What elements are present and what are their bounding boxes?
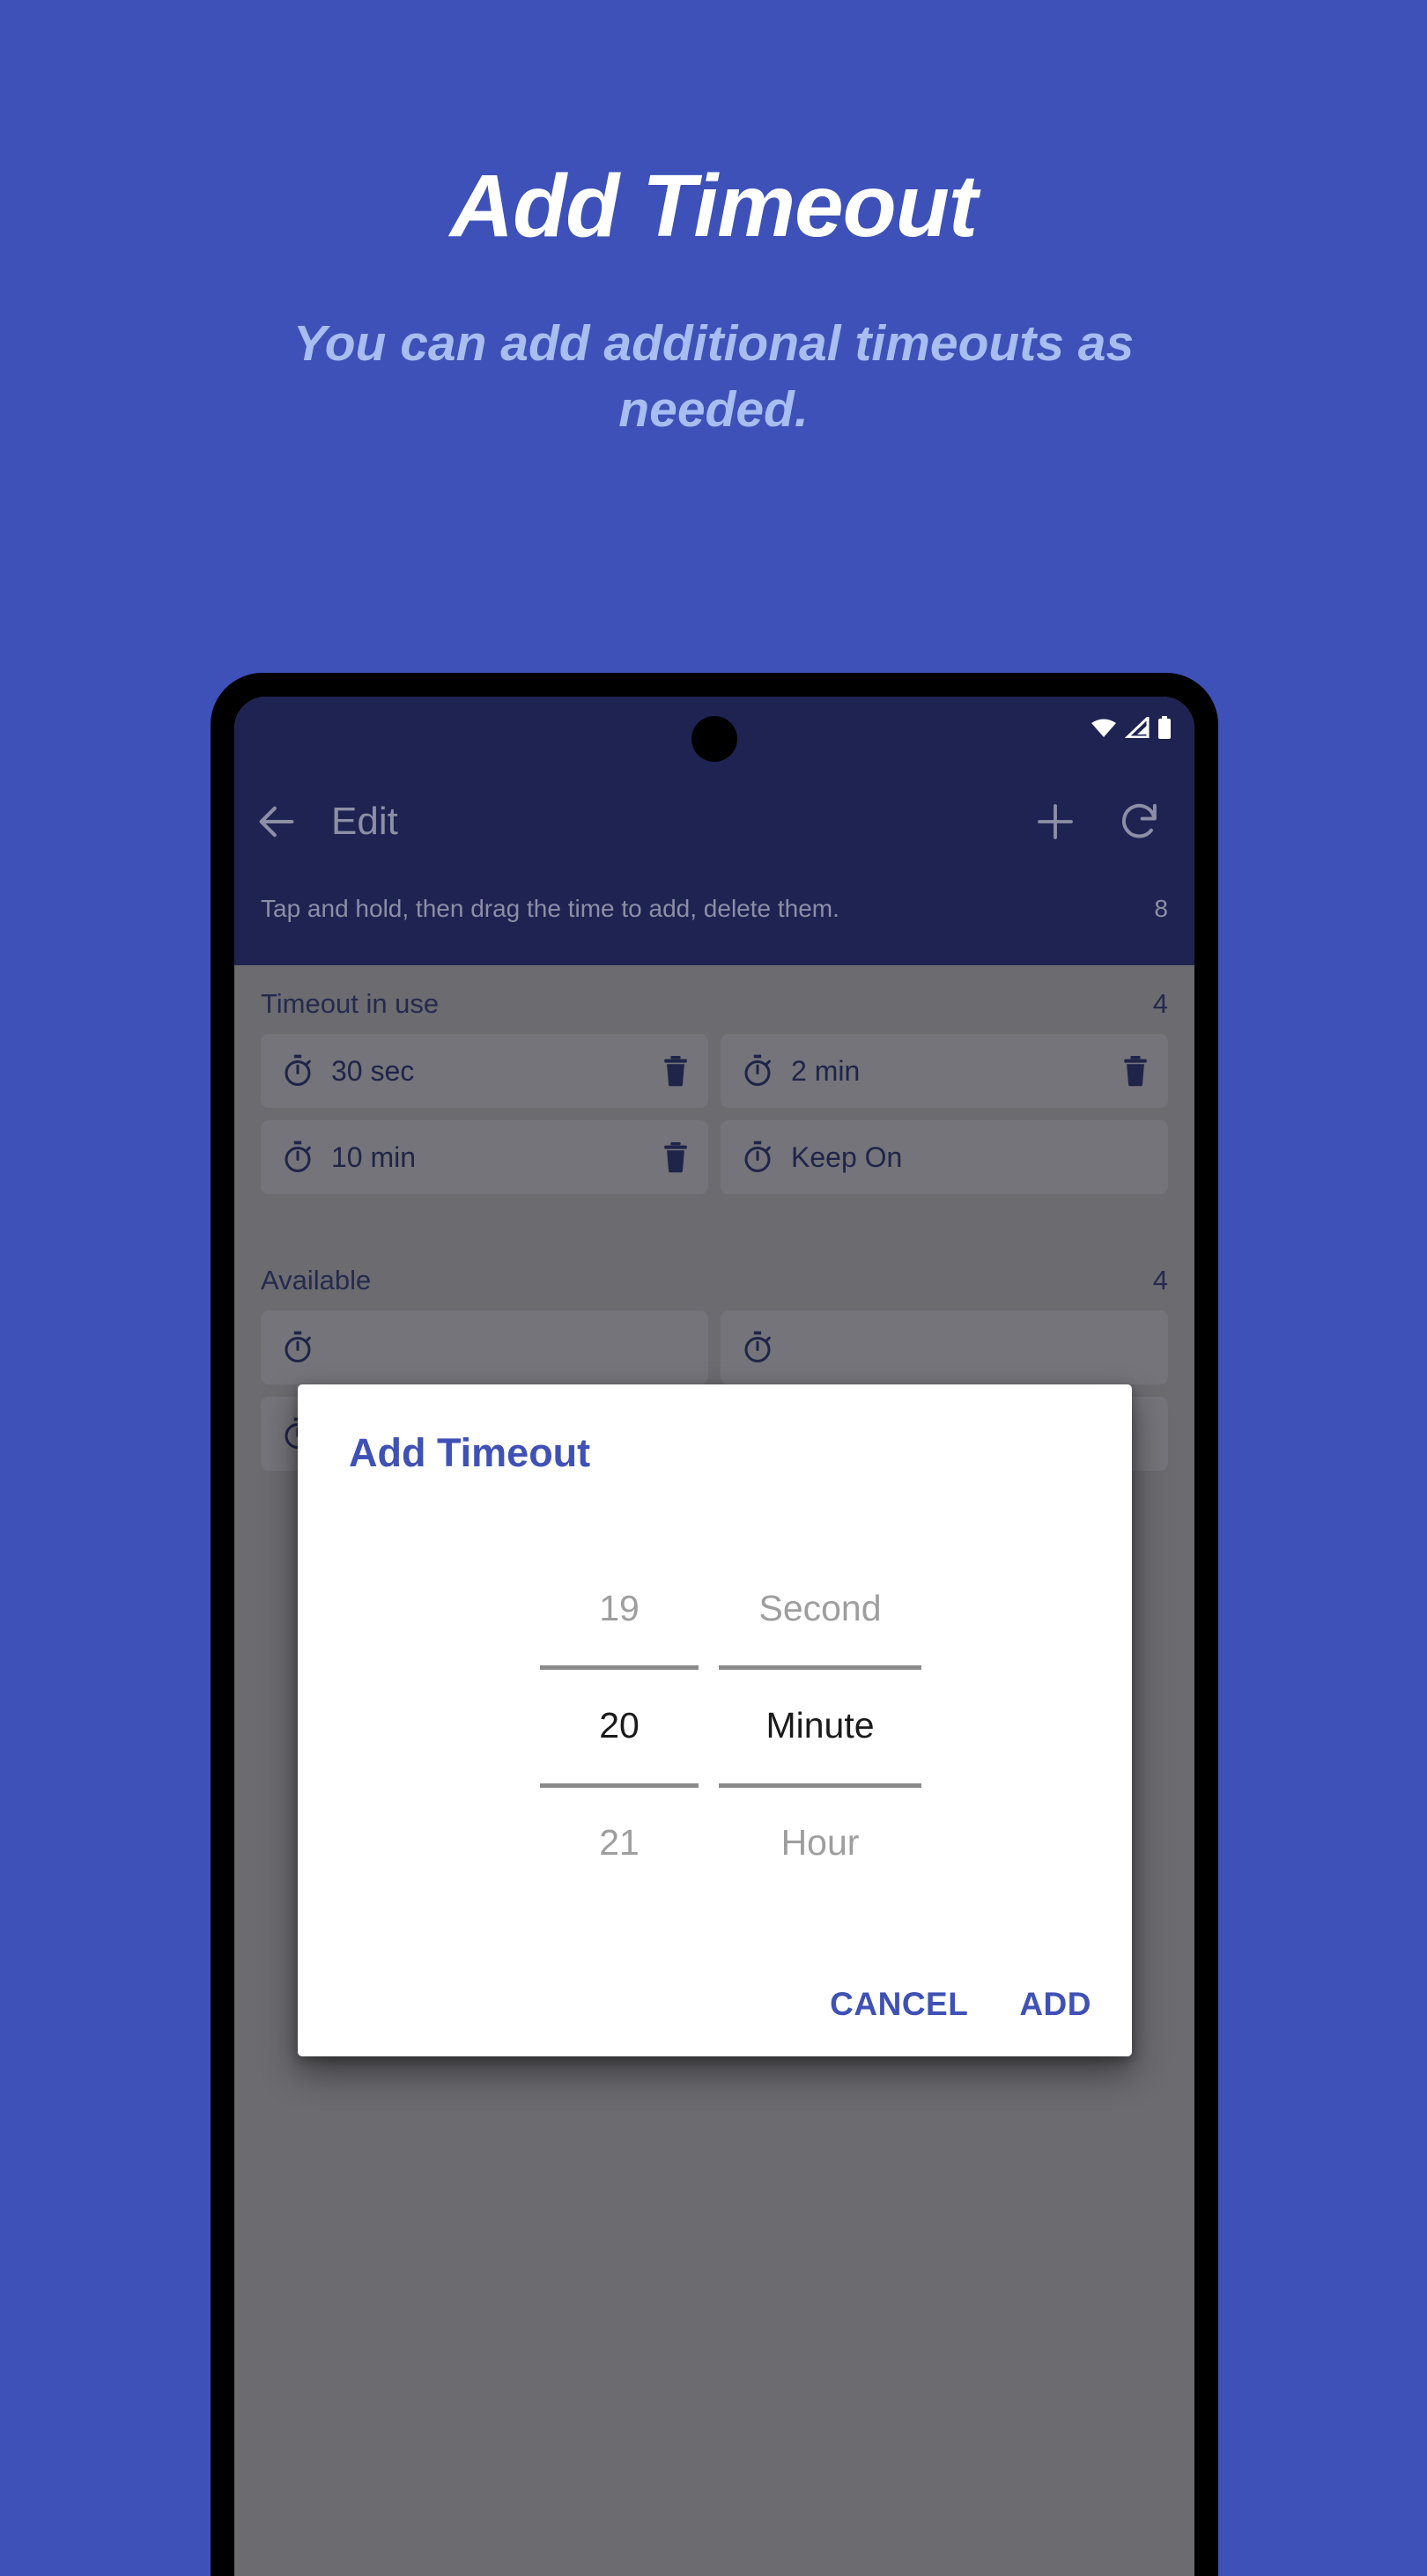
- unit-picker[interactable]: Second Minute Hour: [719, 1550, 921, 1902]
- trash-icon[interactable]: [661, 1054, 691, 1088]
- app-bar-title: Edit: [331, 800, 398, 843]
- timeout-card[interactable]: 2 min: [721, 1034, 1168, 1108]
- picker-divider-bottom: [540, 1783, 699, 1788]
- number-option-previous[interactable]: 19: [540, 1550, 699, 1667]
- reset-button[interactable]: [1098, 765, 1182, 878]
- stopwatch-icon: [740, 1053, 775, 1089]
- unit-option-next[interactable]: Hour: [719, 1784, 921, 1901]
- camera-punchhole: [691, 716, 737, 762]
- signal-icon: [1125, 717, 1150, 738]
- promo-subtitle: You can add additional timeouts as neede…: [292, 315, 1135, 439]
- picker-divider-top: [719, 1665, 921, 1670]
- timeout-card[interactable]: Keep On: [721, 1120, 1168, 1194]
- available-label: Available: [261, 1265, 372, 1295]
- dialog-actions: CANCEL ADD: [830, 1986, 1091, 2023]
- trash-icon[interactable]: [1120, 1054, 1150, 1088]
- number-option-selected[interactable]: 20: [540, 1667, 699, 1784]
- duration-picker: 19 20 21 Second Minute Hour: [298, 1550, 1132, 1902]
- picker-divider-top: [540, 1665, 699, 1670]
- promo-header: Add Timeout You can add additional timeo…: [0, 0, 1427, 443]
- app-bar: Edit Tap and hold, then drag the time to…: [234, 697, 1194, 965]
- trash-icon[interactable]: [661, 1140, 691, 1174]
- unit-option-previous[interactable]: Second: [719, 1550, 921, 1667]
- hint-text: Tap and hold, then drag the time to add,…: [261, 895, 839, 922]
- available-section-header: Available 4: [234, 1242, 1194, 1310]
- add-timeout-dialog: Add Timeout 19 20 21 Second Minute Hour …: [298, 1384, 1132, 2056]
- available-card[interactable]: [261, 1310, 708, 1384]
- back-button[interactable]: [234, 765, 319, 878]
- stopwatch-icon: [280, 1330, 315, 1365]
- add-button[interactable]: ADD: [1019, 1986, 1091, 2023]
- stopwatch-icon: [740, 1330, 775, 1365]
- battery-icon: [1157, 716, 1172, 739]
- timeout-label: 10 min: [331, 1140, 417, 1173]
- timeout-label: 2 min: [791, 1054, 861, 1087]
- unit-option-selected[interactable]: Minute: [719, 1667, 921, 1784]
- hint-count: 8: [1154, 895, 1168, 922]
- timeout-label: 30 sec: [331, 1054, 415, 1087]
- stopwatch-icon: [280, 1140, 315, 1175]
- in-use-grid: 30 sec 2 min 10 min Keep On: [234, 1034, 1194, 1194]
- dialog-title: Add Timeout: [349, 1430, 591, 1475]
- refresh-icon: [1117, 799, 1163, 845]
- available-count: 4: [1152, 1265, 1168, 1295]
- page-title: Add Timeout: [449, 157, 978, 255]
- wifi-icon: [1091, 717, 1117, 738]
- status-bar: [234, 697, 1194, 765]
- in-use-count: 4: [1152, 988, 1168, 1019]
- in-use-section-header: Timeout in use 4: [234, 965, 1194, 1034]
- app-bar-actions: [1013, 765, 1182, 878]
- stopwatch-icon: [740, 1140, 775, 1175]
- add-timeout-button[interactable]: [1013, 765, 1098, 878]
- number-option-next[interactable]: 21: [540, 1784, 699, 1901]
- plus-icon: [1031, 798, 1079, 845]
- number-picker[interactable]: 19 20 21: [540, 1550, 699, 1902]
- app-bar-hint: Tap and hold, then drag the time to add,…: [234, 878, 1194, 940]
- timeout-card[interactable]: 30 sec: [261, 1034, 708, 1108]
- status-icons: [1091, 716, 1172, 739]
- timeout-label: Keep On: [791, 1140, 903, 1173]
- cancel-button[interactable]: CANCEL: [830, 1986, 968, 2023]
- picker-divider-bottom: [719, 1783, 921, 1788]
- stopwatch-icon: [280, 1053, 315, 1089]
- back-arrow-icon: [254, 799, 299, 845]
- app-bar-row: Edit: [234, 765, 1194, 878]
- available-card[interactable]: [721, 1310, 1168, 1384]
- timeout-card[interactable]: 10 min: [261, 1120, 708, 1194]
- in-use-label: Timeout in use: [261, 988, 440, 1019]
